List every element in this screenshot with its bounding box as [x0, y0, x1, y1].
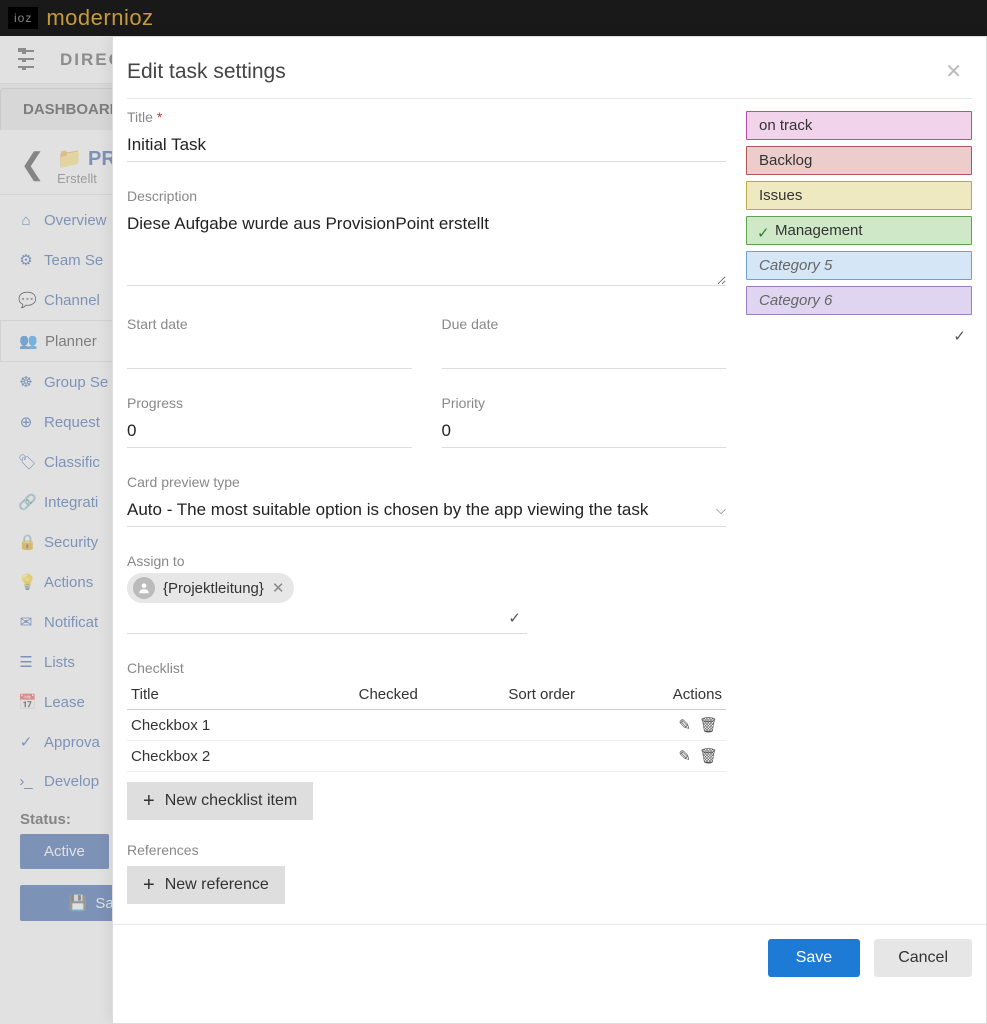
col-actions: Actions	[654, 680, 726, 710]
assign-to-label: Assign to	[127, 553, 726, 569]
card-preview-select[interactable]: Auto - The most suitable option is chose…	[127, 494, 726, 527]
references-label: References	[127, 842, 726, 858]
category-label: Category 5	[759, 257, 832, 274]
start-date-input[interactable]	[127, 336, 412, 369]
category-label: Category 6	[759, 292, 832, 309]
assignee-chip[interactable]: {Projektleitung} ✕	[127, 573, 294, 603]
plus-icon: +	[143, 879, 155, 891]
modal-title: Edit task settings	[127, 60, 286, 84]
start-date-label: Start date	[127, 316, 412, 332]
delete-icon[interactable]: 🗑	[695, 717, 722, 734]
col-title: Title	[127, 680, 355, 710]
edit-task-modal: Edit task settings ✕ Title * Description…	[112, 36, 987, 1024]
assignee-name: {Projektleitung}	[163, 580, 264, 597]
category-label: on track	[759, 117, 812, 134]
checklist-row-title: Checkbox 1	[127, 710, 355, 741]
ioz-badge: ioz	[8, 7, 38, 29]
category-pill[interactable]: Category 5	[746, 251, 972, 280]
category-label: Backlog	[759, 152, 812, 169]
remove-chip-icon[interactable]: ✕	[272, 579, 285, 597]
categories-panel: on track Backlog Issues ✓ Management Category…	[746, 109, 972, 904]
priority-label: Priority	[442, 395, 727, 411]
category-pill[interactable]: Backlog	[746, 146, 972, 175]
title-input[interactable]	[127, 129, 726, 162]
table-row: Checkbox 2 ✎🗑	[127, 741, 726, 772]
edit-icon[interactable]: ✎	[674, 717, 695, 734]
table-row: Checkbox 1 ✎🗑	[127, 710, 726, 741]
checklist-row-title: Checkbox 2	[127, 741, 355, 772]
progress-label: Progress	[127, 395, 412, 411]
cancel-button[interactable]: Cancel	[874, 939, 972, 977]
col-sort: Sort order	[504, 680, 654, 710]
progress-input[interactable]	[127, 415, 412, 448]
add-checklist-item-button[interactable]: + New checklist item	[127, 782, 313, 820]
add-checklist-label: New checklist item	[165, 792, 297, 810]
person-icon	[133, 577, 155, 599]
checklist-label: Checklist	[127, 660, 726, 676]
category-pill[interactable]: Issues	[746, 181, 972, 210]
category-pill[interactable]: ✓ Management	[746, 216, 972, 245]
confirm-assign-icon[interactable]: ✓	[508, 610, 521, 627]
description-label: Description	[127, 188, 726, 204]
category-pill[interactable]: Category 6	[746, 286, 972, 315]
category-pill[interactable]: on track	[746, 111, 972, 140]
save-button[interactable]: Save	[768, 939, 860, 977]
card-preview-value: Auto - The most suitable option is chose…	[127, 500, 648, 520]
add-reference-label: New reference	[165, 876, 269, 894]
card-preview-label: Card preview type	[127, 474, 726, 490]
chevron-down-icon: ⌵	[716, 502, 726, 518]
close-icon[interactable]: ✕	[935, 55, 972, 88]
app-brand: modernioz	[46, 5, 153, 31]
delete-icon[interactable]: 🗑	[695, 748, 722, 765]
app-topbar: ioz modernioz	[0, 0, 987, 36]
edit-icon[interactable]: ✎	[674, 748, 695, 765]
priority-input[interactable]	[442, 415, 727, 448]
category-label: Management	[775, 222, 863, 239]
due-date-label: Due date	[442, 316, 727, 332]
due-date-input[interactable]	[442, 336, 727, 369]
checklist-table: Title Checked Sort order Actions Checkbo…	[127, 680, 726, 772]
col-checked: Checked	[355, 680, 505, 710]
confirm-categories-icon[interactable]: ✓	[953, 328, 966, 345]
category-label: Issues	[759, 187, 802, 204]
add-reference-button[interactable]: + New reference	[127, 866, 285, 904]
check-icon: ✓	[757, 224, 770, 242]
plus-icon: +	[143, 795, 155, 807]
title-label: Title *	[127, 109, 726, 125]
description-textarea[interactable]: Diese Aufgabe wurde aus ProvisionPoint e…	[127, 208, 726, 286]
